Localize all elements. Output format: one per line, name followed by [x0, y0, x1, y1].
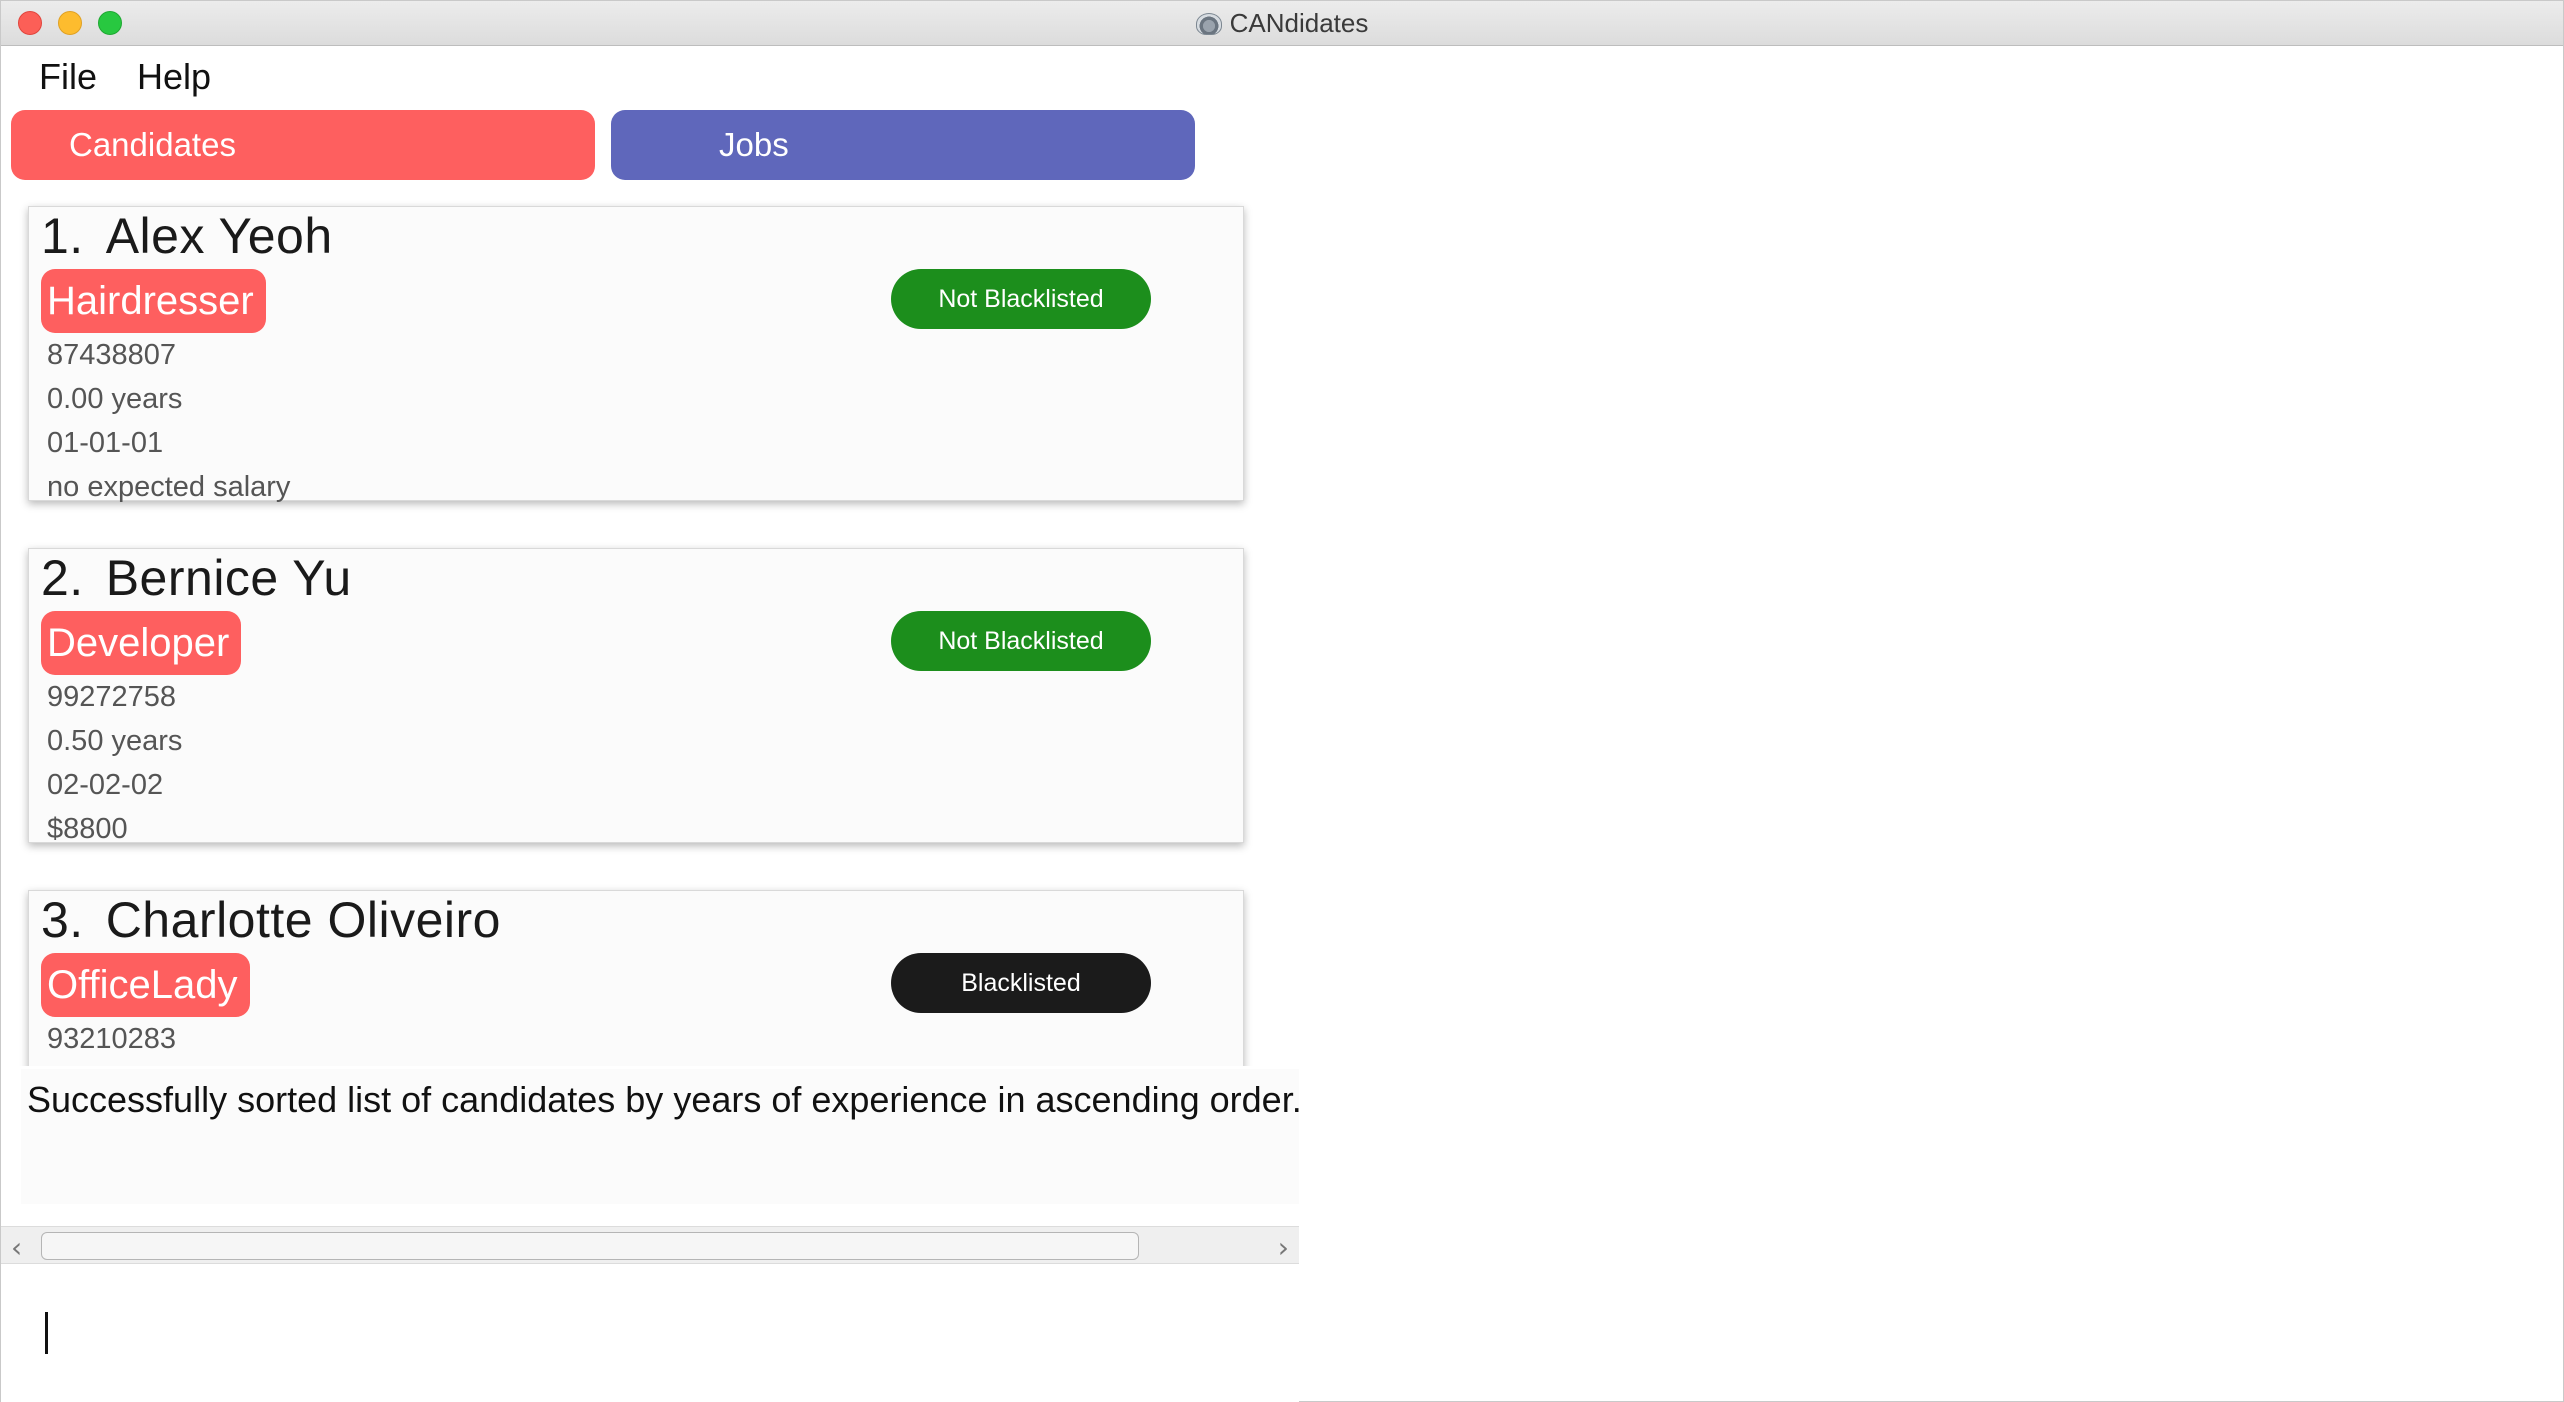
- candidate-card[interactable]: 2. Bernice Yu Developer Not Blacklisted 9…: [28, 548, 1244, 845]
- role-badge: Developer: [41, 611, 242, 675]
- result-display: Successfully sorted list of candidates b…: [1, 1069, 1299, 1224]
- candidate-index: 1.: [41, 208, 84, 264]
- command-box: [1, 1266, 1299, 1402]
- title-wrap: CANdidates: [1, 1, 2563, 46]
- candidate-date: 01-01-01: [47, 427, 164, 459]
- menu-bar: File Help: [1, 47, 1301, 107]
- window-title: CANdidates: [1229, 8, 1369, 38]
- candidate-name: Charlotte Oliveiro: [105, 892, 501, 948]
- status-badge: Not Blacklisted: [891, 611, 1151, 671]
- candidate-index: 2.: [41, 550, 84, 606]
- tab-jobs-label: Jobs: [719, 126, 789, 163]
- chevron-left-icon[interactable]: ‹: [11, 1231, 22, 1264]
- text-caret: [45, 1312, 48, 1354]
- candidate-salary: no expected salary: [47, 471, 291, 503]
- candidate-name-row: 1. Alex Yeoh: [41, 207, 333, 265]
- result-message: Successfully sorted list of candidates b…: [27, 1079, 1299, 1120]
- candidate-experience: 0.00 years: [47, 383, 183, 415]
- candidate-experience: 0.50 years: [47, 725, 183, 757]
- menu-help[interactable]: Help: [137, 56, 211, 98]
- candidate-phone: 87438807: [47, 339, 177, 371]
- status-badge: Blacklisted: [891, 953, 1151, 1013]
- candidate-name: Bernice Yu: [105, 550, 352, 606]
- status-badge: Not Blacklisted: [891, 269, 1151, 329]
- command-input[interactable]: [21, 1286, 1281, 1378]
- role-badge: Hairdresser: [41, 269, 266, 333]
- candidate-phone: 93210283: [47, 1023, 177, 1055]
- tab-candidates-label: Candidates: [69, 126, 236, 163]
- candidate-card[interactable]: 3. Charlotte Oliveiro OfficeLady Blacklis…: [28, 890, 1244, 1066]
- app-icon: [1195, 12, 1222, 35]
- candidate-salary: $8800: [47, 813, 128, 845]
- candidate-index: 3.: [41, 892, 84, 948]
- title-bar[interactable]: CANdidates: [1, 1, 2563, 46]
- candidate-list[interactable]: 1. Alex Yeoh Hairdresser Not Blacklisted …: [1, 196, 1301, 1066]
- candidate-name: Alex Yeoh: [105, 208, 333, 264]
- tab-candidates[interactable]: Candidates: [11, 110, 595, 180]
- chevron-right-icon[interactable]: ›: [1278, 1231, 1289, 1264]
- candidate-name-row: 2. Bernice Yu: [41, 549, 352, 607]
- role-badge: OfficeLady: [41, 953, 250, 1017]
- menu-file[interactable]: File: [39, 56, 97, 98]
- tab-jobs[interactable]: Jobs: [611, 110, 1195, 180]
- horizontal-scrollbar[interactable]: ‹ ›: [1, 1226, 1299, 1264]
- app-window: CANdidates File Help Candidates Jobs 1. A…: [0, 0, 2564, 1402]
- scrollbar-thumb[interactable]: [41, 1232, 1139, 1260]
- candidate-name-row: 3. Charlotte Oliveiro: [41, 891, 501, 949]
- candidate-card[interactable]: 1. Alex Yeoh Hairdresser Not Blacklisted …: [28, 206, 1244, 503]
- result-panel: Successfully sorted list of candidates b…: [21, 1069, 1299, 1204]
- candidate-phone: 99272758: [47, 681, 177, 713]
- candidate-date: 02-02-02: [47, 769, 164, 801]
